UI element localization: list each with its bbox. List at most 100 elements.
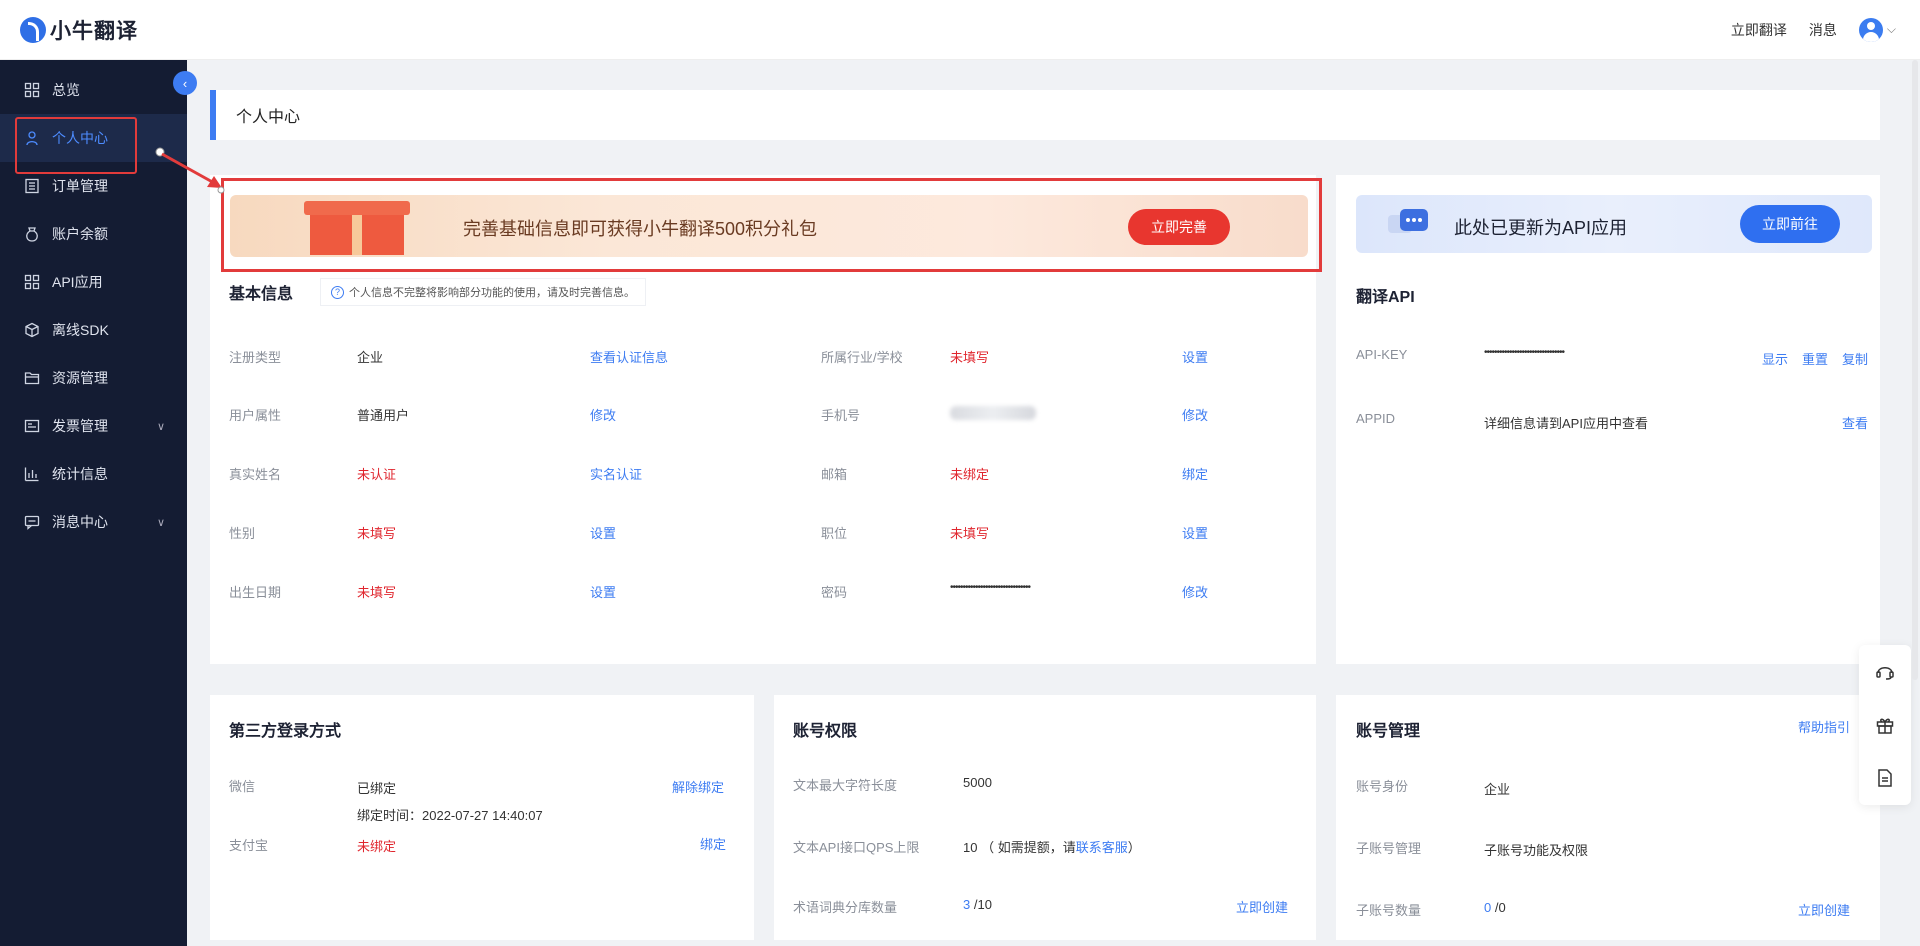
sidebar-item-resources[interactable]: 资源管理 [0, 354, 187, 402]
set-gender-link[interactable]: 设置 [590, 523, 616, 542]
app-logo[interactable]: 小牛翻译 [20, 15, 138, 45]
dict-count-total: /10 [973, 897, 992, 912]
sidebar-item-label: 统计信息 [52, 466, 108, 482]
field-label: 邮箱 [821, 467, 848, 482]
floating-toolbar [1859, 645, 1911, 805]
show-key-link[interactable]: 显示 [1762, 349, 1788, 368]
qps-note-end: ） [1127, 840, 1141, 855]
set-position-link[interactable]: 设置 [1182, 523, 1208, 542]
set-industry-link[interactable]: 设置 [1182, 347, 1208, 366]
document-icon [1878, 768, 1892, 787]
chevron-down-icon[interactable]: ∨ [157, 420, 165, 433]
edit-password-link[interactable]: 修改 [1182, 582, 1208, 601]
edit-phone-link[interactable]: 修改 [1182, 405, 1208, 424]
field-label: 密码 [821, 585, 848, 600]
sidebar-item-api-apps[interactable]: API应用 [0, 258, 187, 306]
grid-icon [24, 82, 40, 98]
banner-highlight-box [221, 178, 1322, 272]
sidebar-item-balance[interactable]: 账户余额 [0, 210, 187, 258]
field-label: 职位 [821, 526, 848, 541]
sidebar-item-overview[interactable]: 总览 [0, 66, 187, 114]
chevron-down-icon[interactable]: ∨ [157, 516, 165, 529]
sub-count-used: 0 [1484, 900, 1492, 915]
unbind-wechat-link[interactable]: 解除绑定 [672, 777, 724, 796]
sidebar-item-label: 消息中心 [52, 514, 108, 530]
page-title: 个人中心 [236, 109, 301, 126]
help-guide-link[interactable]: 帮助指引 [1798, 717, 1850, 736]
appid-label: APPID [1356, 411, 1396, 426]
edit-user-attr-link[interactable]: 修改 [590, 405, 616, 424]
sidebar-item-offline-sdk[interactable]: 离线SDK [0, 306, 187, 354]
field-value: 未填写 [357, 526, 397, 541]
translate-now-link[interactable]: 立即翻译 [1731, 20, 1787, 40]
field-value: 未填写 [357, 585, 397, 600]
third-party-title: 第三方登录方式 [229, 723, 342, 740]
copy-key-link[interactable]: 复制 [1842, 349, 1868, 368]
gift-icon [1876, 718, 1894, 734]
create-sub-account-link[interactable]: 立即创建 [1798, 900, 1850, 919]
collapse-sidebar-button[interactable]: ‹ [173, 71, 197, 95]
sidebar-item-label: 总览 [52, 82, 80, 98]
sub-count-label: 子账号数量 [1356, 903, 1422, 918]
annotation-arrow-icon [155, 147, 225, 194]
field-value: 未绑定 [950, 467, 990, 482]
dict-count-value: 3 /10 [963, 897, 992, 912]
field-label: 用户属性 [229, 408, 282, 423]
avatar[interactable] [1858, 17, 1883, 42]
wechat-value: 已绑定 [357, 781, 397, 796]
qps-value-line: 10 （ 如需提额，请联系客服） [963, 837, 1141, 856]
sub-account-value: 子账号功能及权限 [1484, 843, 1589, 858]
create-dict-link[interactable]: 立即创建 [1236, 897, 1288, 916]
field-value: 普通用户 [357, 408, 410, 423]
sub-count-value: 0 /0 [1484, 900, 1506, 915]
contact-support-link[interactable]: 联系客服 [1076, 840, 1128, 855]
bind-email-link[interactable]: 绑定 [1182, 464, 1208, 483]
chevron-down-icon[interactable]: ⌵ [1887, 22, 1896, 37]
field-value: 未填写 [950, 350, 990, 365]
document-button[interactable] [1859, 751, 1911, 804]
wechat-bind-time: 绑定时间：2022-07-27 14:40:07 [357, 808, 543, 823]
alipay-value: 未绑定 [357, 839, 397, 854]
identity-label: 账号身份 [1356, 779, 1409, 794]
gift-button[interactable] [1859, 698, 1911, 751]
sidebar-item-label: 订单管理 [52, 178, 108, 194]
field-value: 未认证 [357, 467, 397, 482]
view-appid-link[interactable]: 查看 [1842, 413, 1868, 432]
field-label: 出生日期 [229, 585, 282, 600]
real-name-auth-link[interactable]: 实名认证 [590, 464, 642, 483]
help-icon: ? [331, 285, 344, 299]
field-label: 注册类型 [229, 350, 282, 365]
max-chars-label: 文本最大字符长度 [793, 778, 898, 793]
translate-api-title: 翻译API [1356, 289, 1415, 306]
sidebar-item-messages[interactable]: 消息中心 ∨ [0, 498, 187, 546]
api-key-label: API-KEY [1356, 347, 1408, 362]
bind-alipay-link[interactable]: 绑定 [700, 834, 726, 853]
alipay-label: 支付宝 [229, 838, 269, 853]
messages-link[interactable]: 消息 [1809, 20, 1837, 40]
qps-note: （ 如需提额，请 [981, 840, 1076, 855]
chat-icon [1388, 209, 1428, 233]
reset-key-link[interactable]: 重置 [1802, 349, 1828, 368]
go-api-button[interactable]: 立即前往 [1740, 205, 1840, 243]
field-label: 真实姓名 [229, 467, 282, 482]
identity-value: 企业 [1484, 782, 1511, 797]
sidebar-item-label: 账户余额 [52, 226, 108, 242]
app-name: 小牛翻译 [50, 19, 138, 43]
page-scrollbar[interactable] [1912, 60, 1918, 680]
api-banner-text: 此处已更新为API应用 [1454, 218, 1628, 238]
sidebar-item-invoices[interactable]: 发票管理 ∨ [0, 402, 187, 450]
field-label: 所属行业/学校 [821, 350, 903, 365]
sidebar-highlight-box [15, 117, 137, 174]
password-value: •••••••••••••••••••••••••••••••• [950, 582, 1031, 593]
field-value: 未填写 [950, 526, 990, 541]
customer-service-button[interactable] [1859, 645, 1911, 698]
set-birthday-link[interactable]: 设置 [590, 582, 616, 601]
sidebar-item-statistics[interactable]: 统计信息 [0, 450, 187, 498]
info-notice: ? 个人信息不完整将影响部分功能的使用，请及时完善信息。 [320, 278, 646, 306]
invoice-icon [24, 418, 40, 434]
wechat-label: 微信 [229, 779, 256, 794]
grid-icon [24, 274, 40, 290]
logo-icon [20, 16, 46, 43]
api-banner: 此处已更新为API应用 立即前往 [1356, 195, 1872, 253]
view-certification-link[interactable]: 查看认证信息 [590, 347, 668, 366]
